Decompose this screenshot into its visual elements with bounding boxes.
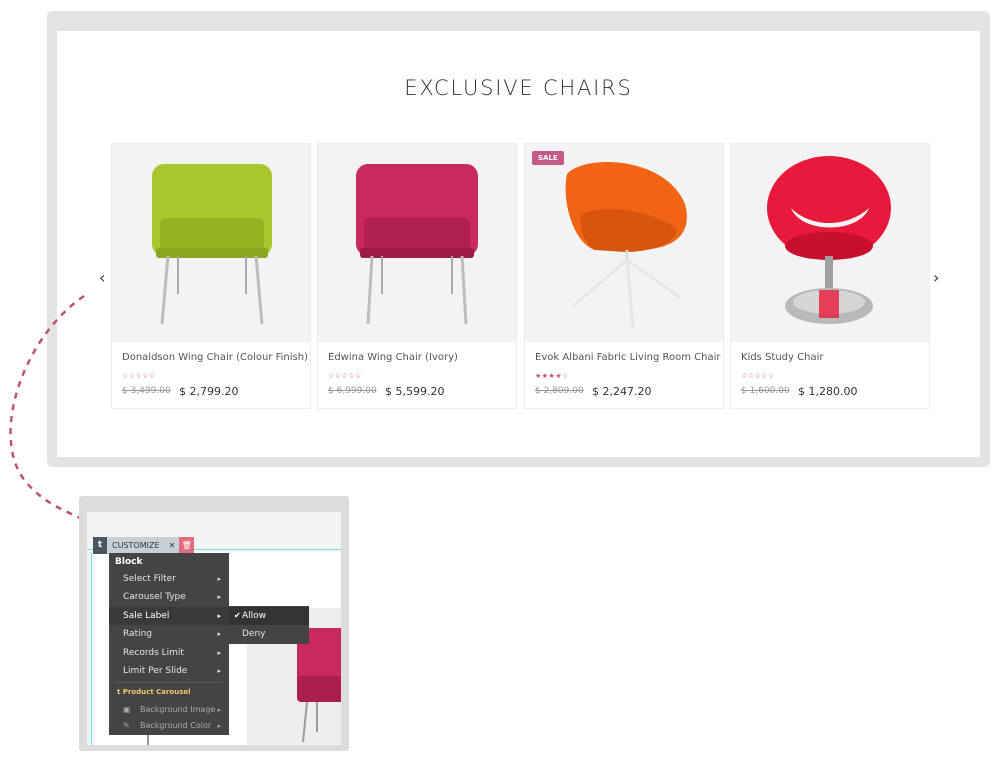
image-icon: ▣ [123, 705, 131, 714]
logo-icon: t [93, 537, 107, 554]
option-deny[interactable]: Deny [229, 625, 309, 643]
menu-item-carousel-type[interactable]: Carousel Type ▸ [109, 588, 229, 606]
chevron-right-icon: ▸ [217, 575, 221, 583]
menu-item-select-filter[interactable]: Select Filter ▸ [109, 570, 229, 588]
chevron-right-icon: ▸ [217, 667, 221, 675]
trash-icon[interactable]: 🗑 [179, 537, 195, 554]
menu-item-records-limit[interactable]: Records Limit ▸ [109, 644, 229, 662]
menu-item-rating[interactable]: Rating ▸ [109, 625, 229, 643]
chevron-right-icon: ▸ [217, 706, 221, 714]
color-picker-icon: ✎ [123, 721, 130, 730]
menu-item-background-image[interactable]: ▣ Background Image ▸ [109, 702, 229, 718]
chevron-right-icon: ▸ [217, 649, 221, 657]
customize-button[interactable]: CUSTOMIZE [107, 537, 165, 554]
menu-item-limit-per-slide[interactable]: Limit Per Slide ▸ [109, 662, 229, 680]
sale-label-submenu: ✔ Allow Deny [229, 606, 309, 644]
menu-divider [115, 682, 223, 683]
menu-header: Block [115, 557, 143, 567]
option-allow[interactable]: ✔ Allow [229, 607, 309, 625]
chevron-right-icon: ▸ [217, 612, 221, 620]
product-carousel-header: t Product Carousel [117, 688, 191, 696]
chevron-right-icon: ▸ [217, 593, 221, 601]
customize-toolbar: t CUSTOMIZE ✕ 🗑 [93, 537, 195, 554]
menu-item-sale-label[interactable]: Sale Label ▸ [109, 607, 229, 625]
chevron-right-icon: ▸ [217, 630, 221, 638]
chevron-right-icon: ▸ [217, 722, 221, 730]
close-icon[interactable]: ✕ [164, 537, 180, 554]
check-icon: ✔ [234, 611, 241, 620]
menu-item-background-color[interactable]: ✎ Background Color ▸ [109, 718, 229, 734]
block-menu: Block Select Filter ▸ Carousel Type ▸ Sale… [109, 553, 229, 735]
